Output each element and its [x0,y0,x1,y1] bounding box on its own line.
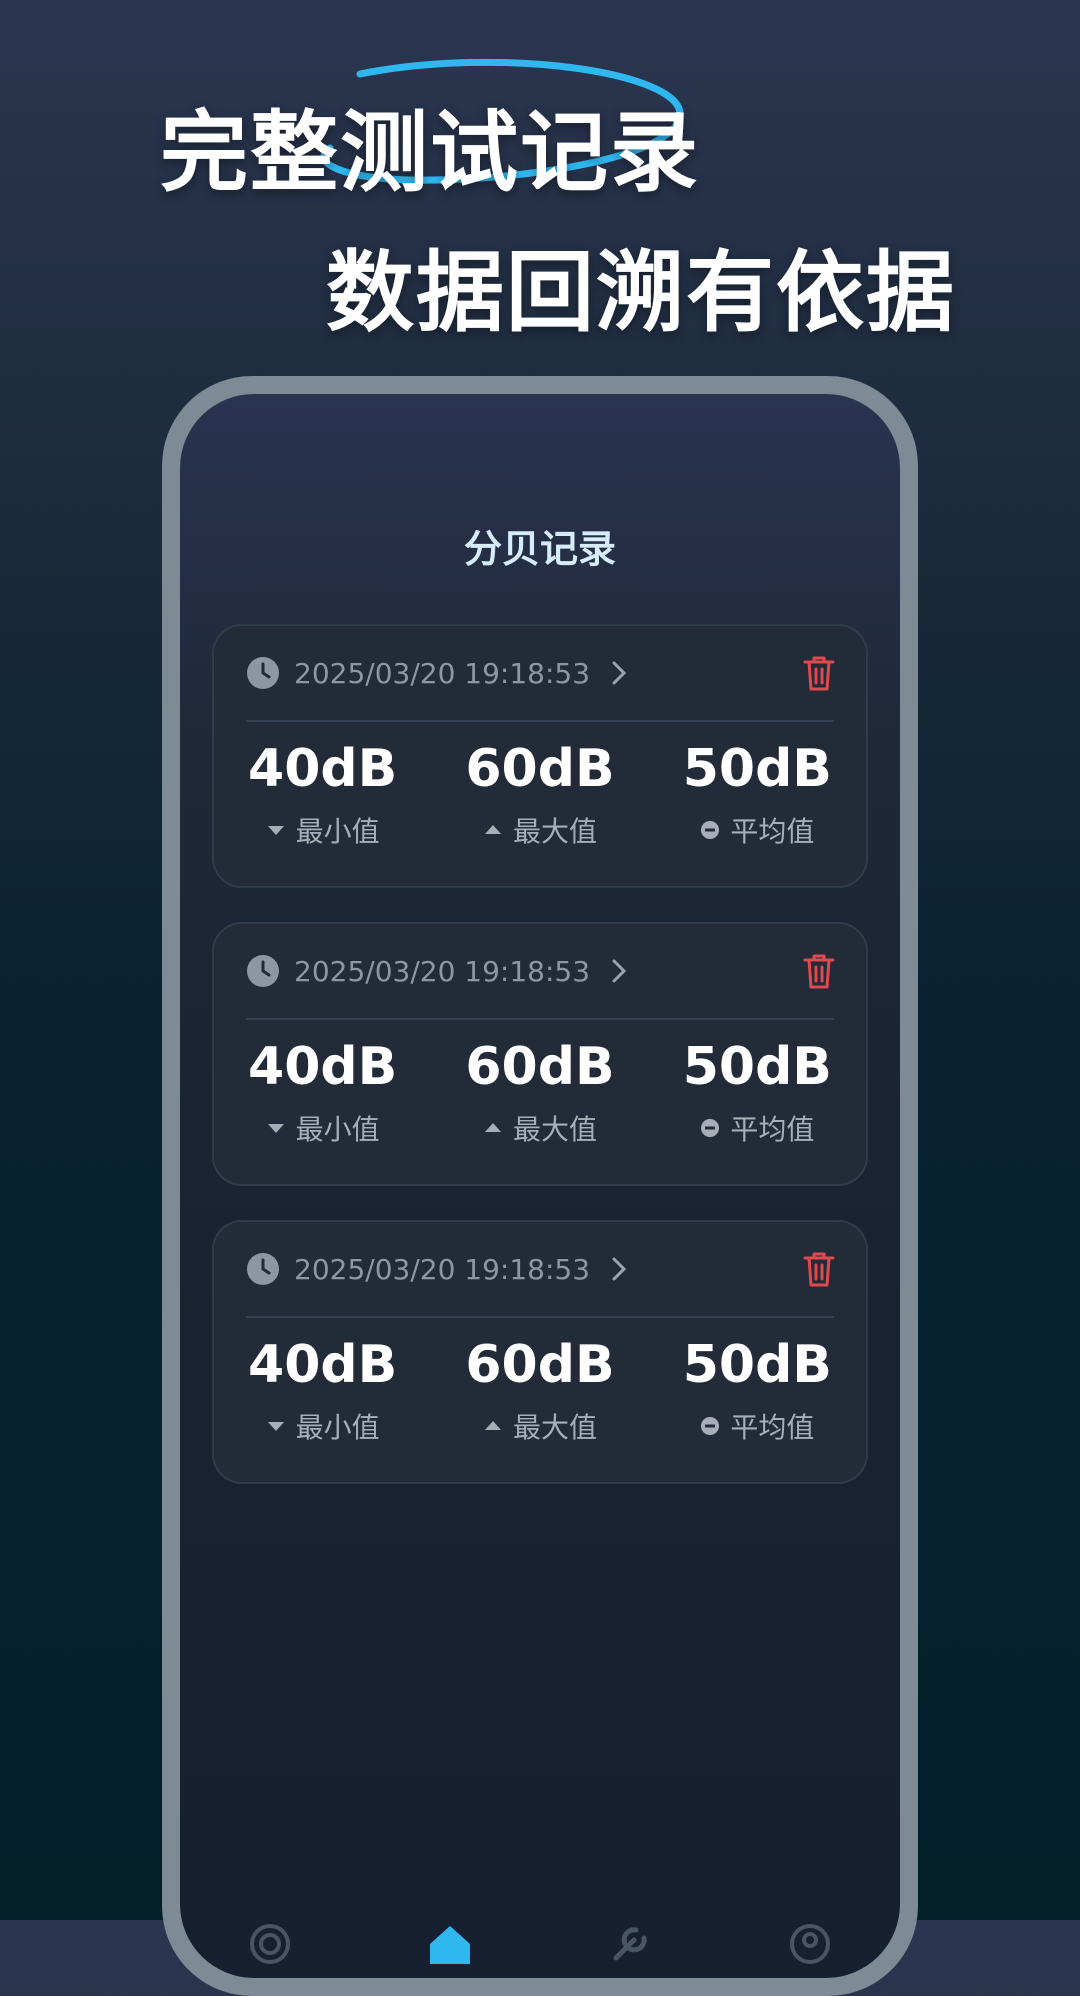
stat-max: 60dB 最大值 [431,1334,648,1446]
record-header[interactable]: 2025/03/20 19:18:53 [246,1222,836,1318]
stat-min-label-row: 最小值 [214,1406,431,1446]
trash-icon[interactable] [802,1250,836,1288]
stat-max-label: 最大值 [512,1113,597,1146]
stat-avg-label-row: 平均值 [649,1108,866,1148]
caret-up-icon [484,1421,501,1430]
stat-min-label: 最小值 [295,1411,380,1444]
stat-min-value: 40dB [248,1037,398,1097]
headline-line-2: 数据回溯有依据 [326,241,957,344]
minus-circle-icon [701,1417,720,1435]
record-stats: 40dB 最小值 60dB 最大值 50dB 平均值 [214,1036,866,1148]
minus-circle-icon [701,821,720,839]
record-list: 2025/03/20 19:18:53 40dB 最小值 60dB 最大值 50… [212,624,868,1518]
stat-max-value: 60dB [465,739,615,799]
stat-avg-label: 平均值 [730,1113,815,1146]
chevron-right-icon[interactable] [608,658,630,688]
minus-circle-icon [701,1119,720,1137]
stat-min: 40dB 最小值 [214,1334,431,1446]
stat-max: 60dB 最大值 [431,1036,648,1148]
clock-icon [247,1253,279,1285]
record-card[interactable]: 2025/03/20 19:18:53 40dB 最小值 60dB 最大值 50… [212,922,868,1186]
stat-max-label-row: 最大值 [431,1406,648,1446]
decibel-tab-icon[interactable] [240,1914,300,1974]
record-header[interactable]: 2025/03/20 19:18:53 [246,626,836,722]
trash-icon[interactable] [802,952,836,990]
profile-tab-icon[interactable] [780,1914,840,1974]
chevron-right-icon[interactable] [608,956,630,986]
stat-avg-label: 平均值 [730,1411,815,1444]
stat-min-value: 40dB [248,739,398,799]
stat-min-label: 最小值 [295,815,380,848]
stat-avg-label-row: 平均值 [649,810,866,850]
caret-up-icon [484,825,501,834]
record-stats: 40dB 最小值 60dB 最大值 50dB 平均值 [214,738,866,850]
stat-avg-value: 50dB [682,1335,832,1395]
stat-max-label: 最大值 [512,815,597,848]
stat-min-label-row: 最小值 [214,810,431,850]
stat-max-label-row: 最大值 [431,810,648,850]
clock-icon [247,657,279,689]
stat-max-label: 最大值 [512,1411,597,1444]
stat-min-value: 40dB [248,1335,398,1395]
stat-max-value: 60dB [465,1335,615,1395]
stat-min-label: 最小值 [295,1113,380,1146]
record-stats: 40dB 最小值 60dB 最大值 50dB 平均值 [214,1334,866,1446]
record-datetime: 2025/03/20 19:18:53 [294,656,591,690]
caret-up-icon [484,1123,501,1132]
stat-max-label-row: 最大值 [431,1108,648,1148]
chevron-right-icon[interactable] [608,1254,630,1284]
stat-avg-label-row: 平均值 [649,1406,866,1446]
headline-line-1: 完整测试记录 [160,101,701,204]
promo-headline: 完整测试记录 数据回溯有依据 [0,0,1080,360]
stat-max: 60dB 最大值 [431,738,648,850]
caret-down-icon [267,1124,284,1133]
record-datetime: 2025/03/20 19:18:53 [294,1252,591,1286]
caret-down-icon [267,1422,284,1431]
phone-frame: 分贝记录 2025/03/20 19:18:53 40dB 最小值 60dB 最… [162,376,918,1996]
page-title: 分贝记录 [463,527,616,571]
bottom-tab-bar [180,1914,900,1978]
stat-min: 40dB 最小值 [214,1036,431,1148]
stat-min: 40dB 最小值 [214,738,431,850]
stat-avg-value: 50dB [682,739,832,799]
record-header[interactable]: 2025/03/20 19:18:53 [246,924,836,1020]
record-card[interactable]: 2025/03/20 19:18:53 40dB 最小值 60dB 最大值 50… [212,624,868,888]
stat-max-value: 60dB [465,1037,615,1097]
caret-down-icon [267,826,284,835]
stat-avg: 50dB 平均值 [649,1036,866,1148]
stat-min-label-row: 最小值 [214,1108,431,1148]
record-datetime: 2025/03/20 19:18:53 [294,954,591,988]
trash-icon[interactable] [802,654,836,692]
phone-screen: 分贝记录 2025/03/20 19:18:53 40dB 最小值 60dB 最… [180,394,900,1978]
stat-avg: 50dB 平均值 [649,1334,866,1446]
clock-icon [247,955,279,987]
stat-avg: 50dB 平均值 [649,738,866,850]
home-tab-icon[interactable] [420,1914,480,1974]
stat-avg-value: 50dB [682,1037,832,1097]
tools-tab-icon[interactable] [600,1914,660,1974]
stat-avg-label: 平均值 [730,815,815,848]
record-card[interactable]: 2025/03/20 19:18:53 40dB 最小值 60dB 最大值 50… [212,1220,868,1484]
